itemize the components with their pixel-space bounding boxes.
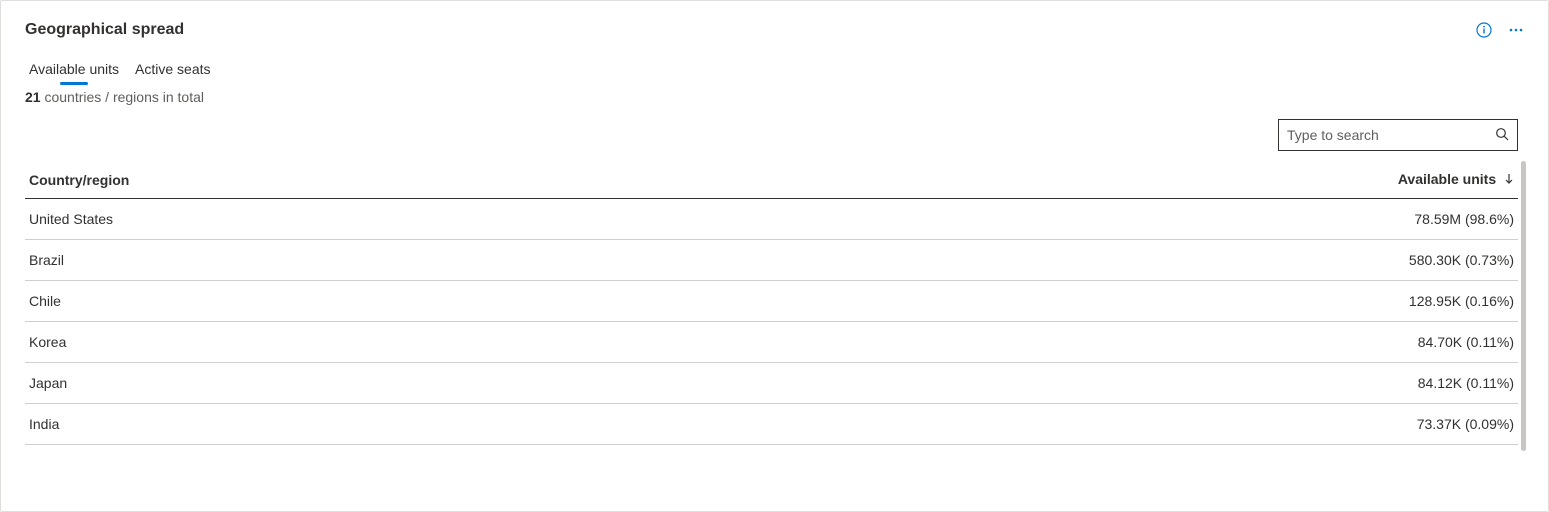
table-row[interactable]: Chile 128.95K (0.16%) <box>25 281 1518 322</box>
col-header-label: Country/region <box>29 172 129 188</box>
scrollbar[interactable] <box>1521 161 1526 451</box>
cell-value: 84.70K (0.11%) <box>721 322 1518 363</box>
summary-line: 21 countries / regions in total <box>25 89 1524 105</box>
search-box[interactable] <box>1278 119 1518 151</box>
cell-country: Korea <box>25 322 721 363</box>
table-row[interactable]: Japan 84.12K (0.11%) <box>25 363 1518 404</box>
table-row[interactable]: India 73.37K (0.09%) <box>25 404 1518 445</box>
card-title: Geographical spread <box>25 21 184 39</box>
cell-value: 84.12K (0.11%) <box>721 363 1518 404</box>
cell-country: United States <box>25 199 721 240</box>
table-wrap: Country/region Available units <box>25 161 1524 445</box>
table-body: United States 78.59M (98.6%) Brazil 580.… <box>25 199 1518 445</box>
search-row <box>25 119 1524 151</box>
search-icon <box>1495 127 1509 144</box>
cell-value: 73.37K (0.09%) <box>721 404 1518 445</box>
more-icon[interactable] <box>1508 22 1524 38</box>
tab-label: Available units <box>29 61 119 77</box>
summary-count: 21 <box>25 89 41 105</box>
tab-active-seats[interactable]: Active seats <box>135 57 210 83</box>
sort-desc-icon <box>1504 172 1514 188</box>
geographical-spread-card: Geographical spread Available units <box>0 0 1549 512</box>
cell-value: 78.59M (98.6%) <box>721 199 1518 240</box>
table-row[interactable]: Korea 84.70K (0.11%) <box>25 322 1518 363</box>
col-header-country[interactable]: Country/region <box>25 161 721 199</box>
table-row[interactable]: Brazil 580.30K (0.73%) <box>25 240 1518 281</box>
summary-text: countries / regions in total <box>41 89 204 105</box>
data-table: Country/region Available units <box>25 161 1518 445</box>
search-input[interactable] <box>1287 127 1495 143</box>
cell-value: 128.95K (0.16%) <box>721 281 1518 322</box>
cell-country: Japan <box>25 363 721 404</box>
info-icon[interactable] <box>1476 22 1492 38</box>
tab-available-units[interactable]: Available units <box>29 57 119 83</box>
card-header: Geographical spread <box>25 21 1524 39</box>
table-header-row: Country/region Available units <box>25 161 1518 199</box>
col-header-label: Available units <box>1398 171 1496 187</box>
cell-country: Chile <box>25 281 721 322</box>
cell-country: India <box>25 404 721 445</box>
col-header-value[interactable]: Available units <box>721 161 1518 199</box>
cell-country: Brazil <box>25 240 721 281</box>
header-actions <box>1476 22 1524 38</box>
table-row[interactable]: United States 78.59M (98.6%) <box>25 199 1518 240</box>
tab-label: Active seats <box>135 61 210 77</box>
cell-value: 580.30K (0.73%) <box>721 240 1518 281</box>
tabs: Available units Active seats <box>25 57 1524 83</box>
